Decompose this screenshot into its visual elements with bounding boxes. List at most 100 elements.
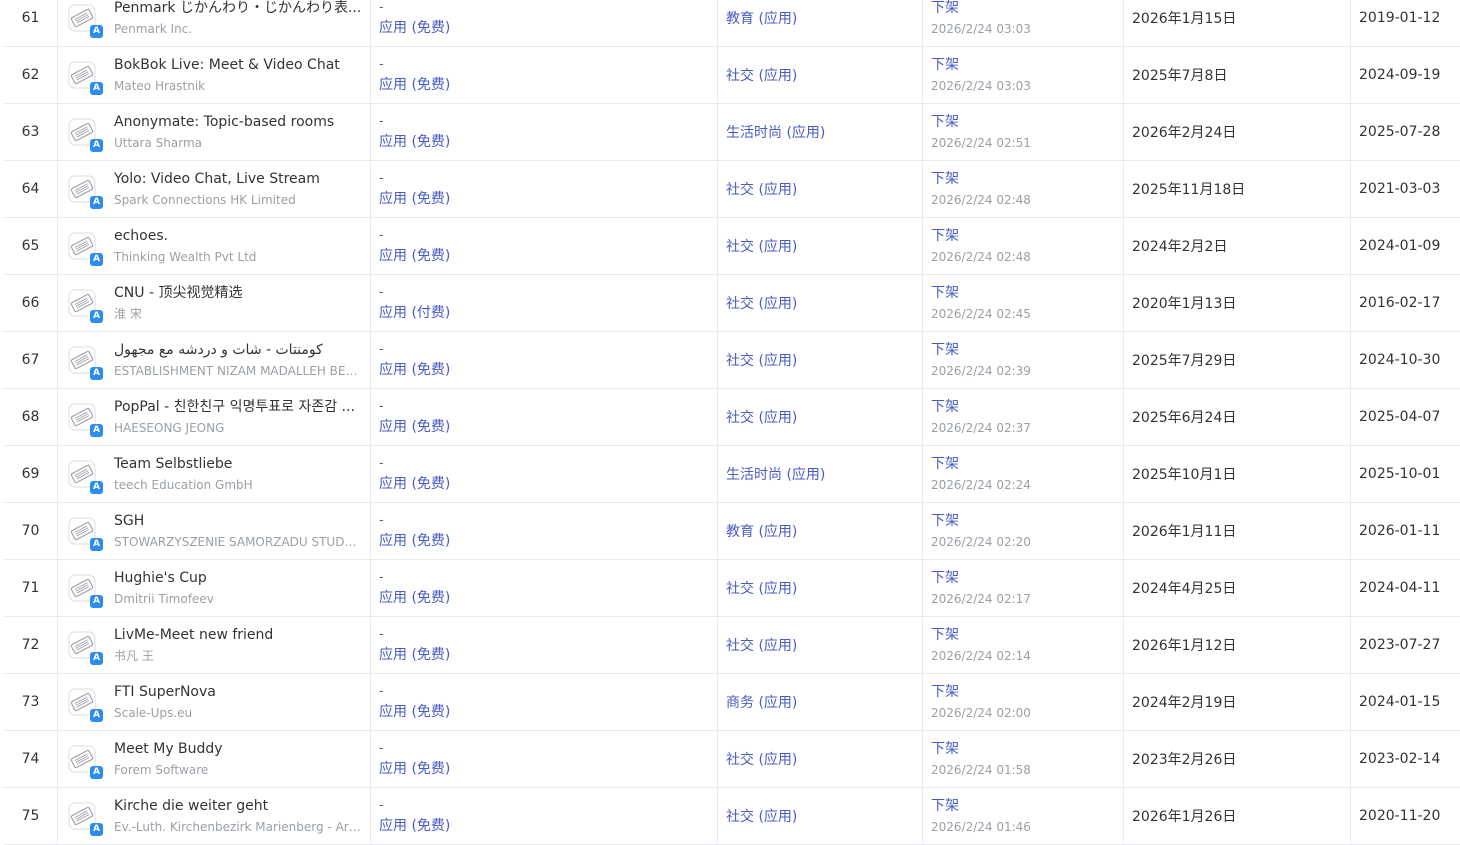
app-cell[interactable]: A Penmark じかんわり・じかんわり表... Penmark Inc. xyxy=(58,0,371,47)
price-type-link[interactable]: 应用 (免费) xyxy=(379,589,717,608)
status-link[interactable]: 下架 xyxy=(931,0,1123,18)
status-link[interactable]: 下架 xyxy=(931,797,1123,816)
table-row[interactable]: 68 A PopPal - 친한친구 익 xyxy=(4,389,1460,446)
app-cell[interactable]: A FTI SuperNova Scale-Ups.eu xyxy=(58,674,371,731)
status-link[interactable]: 下架 xyxy=(931,512,1123,531)
app-cell[interactable]: A SGH STOWARZYSZENIE SAMORZADU STUDEN... xyxy=(58,503,371,560)
price-type-link[interactable]: 应用 (免费) xyxy=(379,19,717,38)
app-cell[interactable]: A Meet My Buddy Forem Software xyxy=(58,731,371,788)
status-link[interactable]: 下架 xyxy=(931,341,1123,360)
app-cell[interactable]: A echoes. Thinking Wealth Pvt Ltd xyxy=(58,218,371,275)
table-row[interactable]: 66 A CNU - 顶尖视觉精选 xyxy=(4,275,1460,332)
status-link[interactable]: 下架 xyxy=(931,398,1123,417)
table-row[interactable]: 74 A Meet My Buddy xyxy=(4,731,1460,788)
app-cell[interactable]: A BokBok Live: Meet & Video Chat Mateo H… xyxy=(58,47,371,104)
app-name[interactable]: Team Selbstliebe xyxy=(114,455,364,474)
category-link[interactable]: 生活时尚 (应用) xyxy=(718,122,922,142)
removed-app-placeholder-icon[interactable]: A xyxy=(68,346,96,374)
app-name[interactable]: Anonymate: Topic-based rooms xyxy=(114,113,364,132)
app-cell[interactable]: A LivMe-Meet new friend 书凡 王 xyxy=(58,617,371,674)
status-link[interactable]: 下架 xyxy=(931,455,1123,474)
table-row[interactable]: 72 A LivMe-Meet new xyxy=(4,617,1460,674)
category-link[interactable]: 社交 (应用) xyxy=(718,407,922,427)
removed-app-placeholder-icon[interactable]: A xyxy=(68,289,96,317)
app-name[interactable]: PopPal - 친한친구 익명투표로 자존감 ... xyxy=(114,398,364,417)
status-link[interactable]: 下架 xyxy=(931,569,1123,588)
app-name[interactable]: SGH xyxy=(114,512,364,531)
status-link[interactable]: 下架 xyxy=(931,740,1123,759)
app-name[interactable]: echoes. xyxy=(114,227,364,246)
app-name[interactable]: Yolo: Video Chat, Live Stream xyxy=(114,170,364,189)
removed-app-placeholder-icon[interactable]: A xyxy=(68,61,96,89)
app-name[interactable]: BokBok Live: Meet & Video Chat xyxy=(114,56,364,75)
removed-app-placeholder-icon[interactable]: A xyxy=(68,574,96,602)
price-type-link[interactable]: 应用 (付费) xyxy=(379,304,717,323)
removed-app-placeholder-icon[interactable]: A xyxy=(68,4,96,32)
app-name[interactable]: Penmark じかんわり・じかんわり表... xyxy=(114,0,364,18)
table-row[interactable]: 65 A echoes. xyxy=(4,218,1460,275)
price-type-link[interactable]: 应用 (免费) xyxy=(379,646,717,665)
price-type-link[interactable]: 应用 (免费) xyxy=(379,133,717,152)
app-cell[interactable]: A Team Selbstliebe teech Education GmbH xyxy=(58,446,371,503)
category-link[interactable]: 社交 (应用) xyxy=(718,179,922,199)
app-cell[interactable]: A Kirche die weiter geht Ev.-Luth. Kirch… xyxy=(58,788,371,845)
app-name[interactable]: FTI SuperNova xyxy=(114,683,364,702)
price-type-link[interactable]: 应用 (免费) xyxy=(379,361,717,380)
category-link[interactable]: 商务 (应用) xyxy=(718,692,922,712)
status-link[interactable]: 下架 xyxy=(931,56,1123,75)
removed-app-placeholder-icon[interactable]: A xyxy=(68,802,96,830)
removed-app-placeholder-icon[interactable]: A xyxy=(68,460,96,488)
app-cell[interactable]: A كومنتات - شات و دردشه مع مجهول ESTABLI… xyxy=(58,332,371,389)
price-type-link[interactable]: 应用 (免费) xyxy=(379,418,717,437)
price-type-link[interactable]: 应用 (免费) xyxy=(379,817,717,836)
category-link[interactable]: 教育 (应用) xyxy=(718,521,922,541)
category-link[interactable]: 社交 (应用) xyxy=(718,578,922,598)
price-type-link[interactable]: 应用 (免费) xyxy=(379,247,717,266)
table-row[interactable]: 63 A Anonymate: Topi xyxy=(4,104,1460,161)
removed-app-placeholder-icon[interactable]: A xyxy=(68,517,96,545)
table-row[interactable]: 70 A SGH S xyxy=(4,503,1460,560)
category-link[interactable]: 社交 (应用) xyxy=(718,806,922,826)
price-type-link[interactable]: 应用 (免费) xyxy=(379,532,717,551)
app-cell[interactable]: A Anonymate: Topic-based rooms Uttara Sh… xyxy=(58,104,371,161)
removed-app-placeholder-icon[interactable]: A xyxy=(68,403,96,431)
category-link[interactable]: 生活时尚 (应用) xyxy=(718,464,922,484)
status-link[interactable]: 下架 xyxy=(931,227,1123,246)
table-row[interactable]: 69 A Team Selbstlieb xyxy=(4,446,1460,503)
removed-app-placeholder-icon[interactable]: A xyxy=(68,118,96,146)
table-row[interactable]: 67 A كومنتات - شات و xyxy=(4,332,1460,389)
price-type-link[interactable]: 应用 (免费) xyxy=(379,475,717,494)
app-name[interactable]: LivMe-Meet new friend xyxy=(114,626,364,645)
price-type-link[interactable]: 应用 (免费) xyxy=(379,76,717,95)
table-row[interactable]: 71 A Hughie's Cup xyxy=(4,560,1460,617)
app-cell[interactable]: A Hughie's Cup Dmitrii Timofeev xyxy=(58,560,371,617)
app-cell[interactable]: A PopPal - 친한친구 익명투표로 자존감 ... HAESEONG J… xyxy=(58,389,371,446)
app-cell[interactable]: A CNU - 顶尖视觉精选 淮 宋 xyxy=(58,275,371,332)
category-link[interactable]: 教育 (应用) xyxy=(718,8,922,28)
status-link[interactable]: 下架 xyxy=(931,113,1123,132)
removed-app-placeholder-icon[interactable]: A xyxy=(68,631,96,659)
category-link[interactable]: 社交 (应用) xyxy=(718,749,922,769)
removed-app-placeholder-icon[interactable]: A xyxy=(68,175,96,203)
removed-app-placeholder-icon[interactable]: A xyxy=(68,688,96,716)
table-row[interactable]: 73 A FTI SuperNova xyxy=(4,674,1460,731)
price-type-link[interactable]: 应用 (免费) xyxy=(379,760,717,779)
status-link[interactable]: 下架 xyxy=(931,170,1123,189)
price-type-link[interactable]: 应用 (免费) xyxy=(379,703,717,722)
app-name[interactable]: Hughie's Cup xyxy=(114,569,364,588)
app-name[interactable]: Kirche die weiter geht xyxy=(114,797,364,816)
app-cell[interactable]: A Yolo: Video Chat, Live Stream Spark Co… xyxy=(58,161,371,218)
app-name[interactable]: Meet My Buddy xyxy=(114,740,364,759)
table-row[interactable]: 61 A Penmark じかんわり・じ xyxy=(4,0,1460,47)
app-name[interactable]: CNU - 顶尖视觉精选 xyxy=(114,284,364,303)
category-link[interactable]: 社交 (应用) xyxy=(718,350,922,370)
category-link[interactable]: 社交 (应用) xyxy=(718,293,922,313)
category-link[interactable]: 社交 (应用) xyxy=(718,65,922,85)
removed-app-placeholder-icon[interactable]: A xyxy=(68,232,96,260)
removed-app-placeholder-icon[interactable]: A xyxy=(68,745,96,773)
table-row[interactable]: 62 A BokBok Live: Me xyxy=(4,47,1460,104)
table-row[interactable]: 75 A Kirche die weit xyxy=(4,788,1460,845)
status-link[interactable]: 下架 xyxy=(931,284,1123,303)
category-link[interactable]: 社交 (应用) xyxy=(718,635,922,655)
status-link[interactable]: 下架 xyxy=(931,683,1123,702)
